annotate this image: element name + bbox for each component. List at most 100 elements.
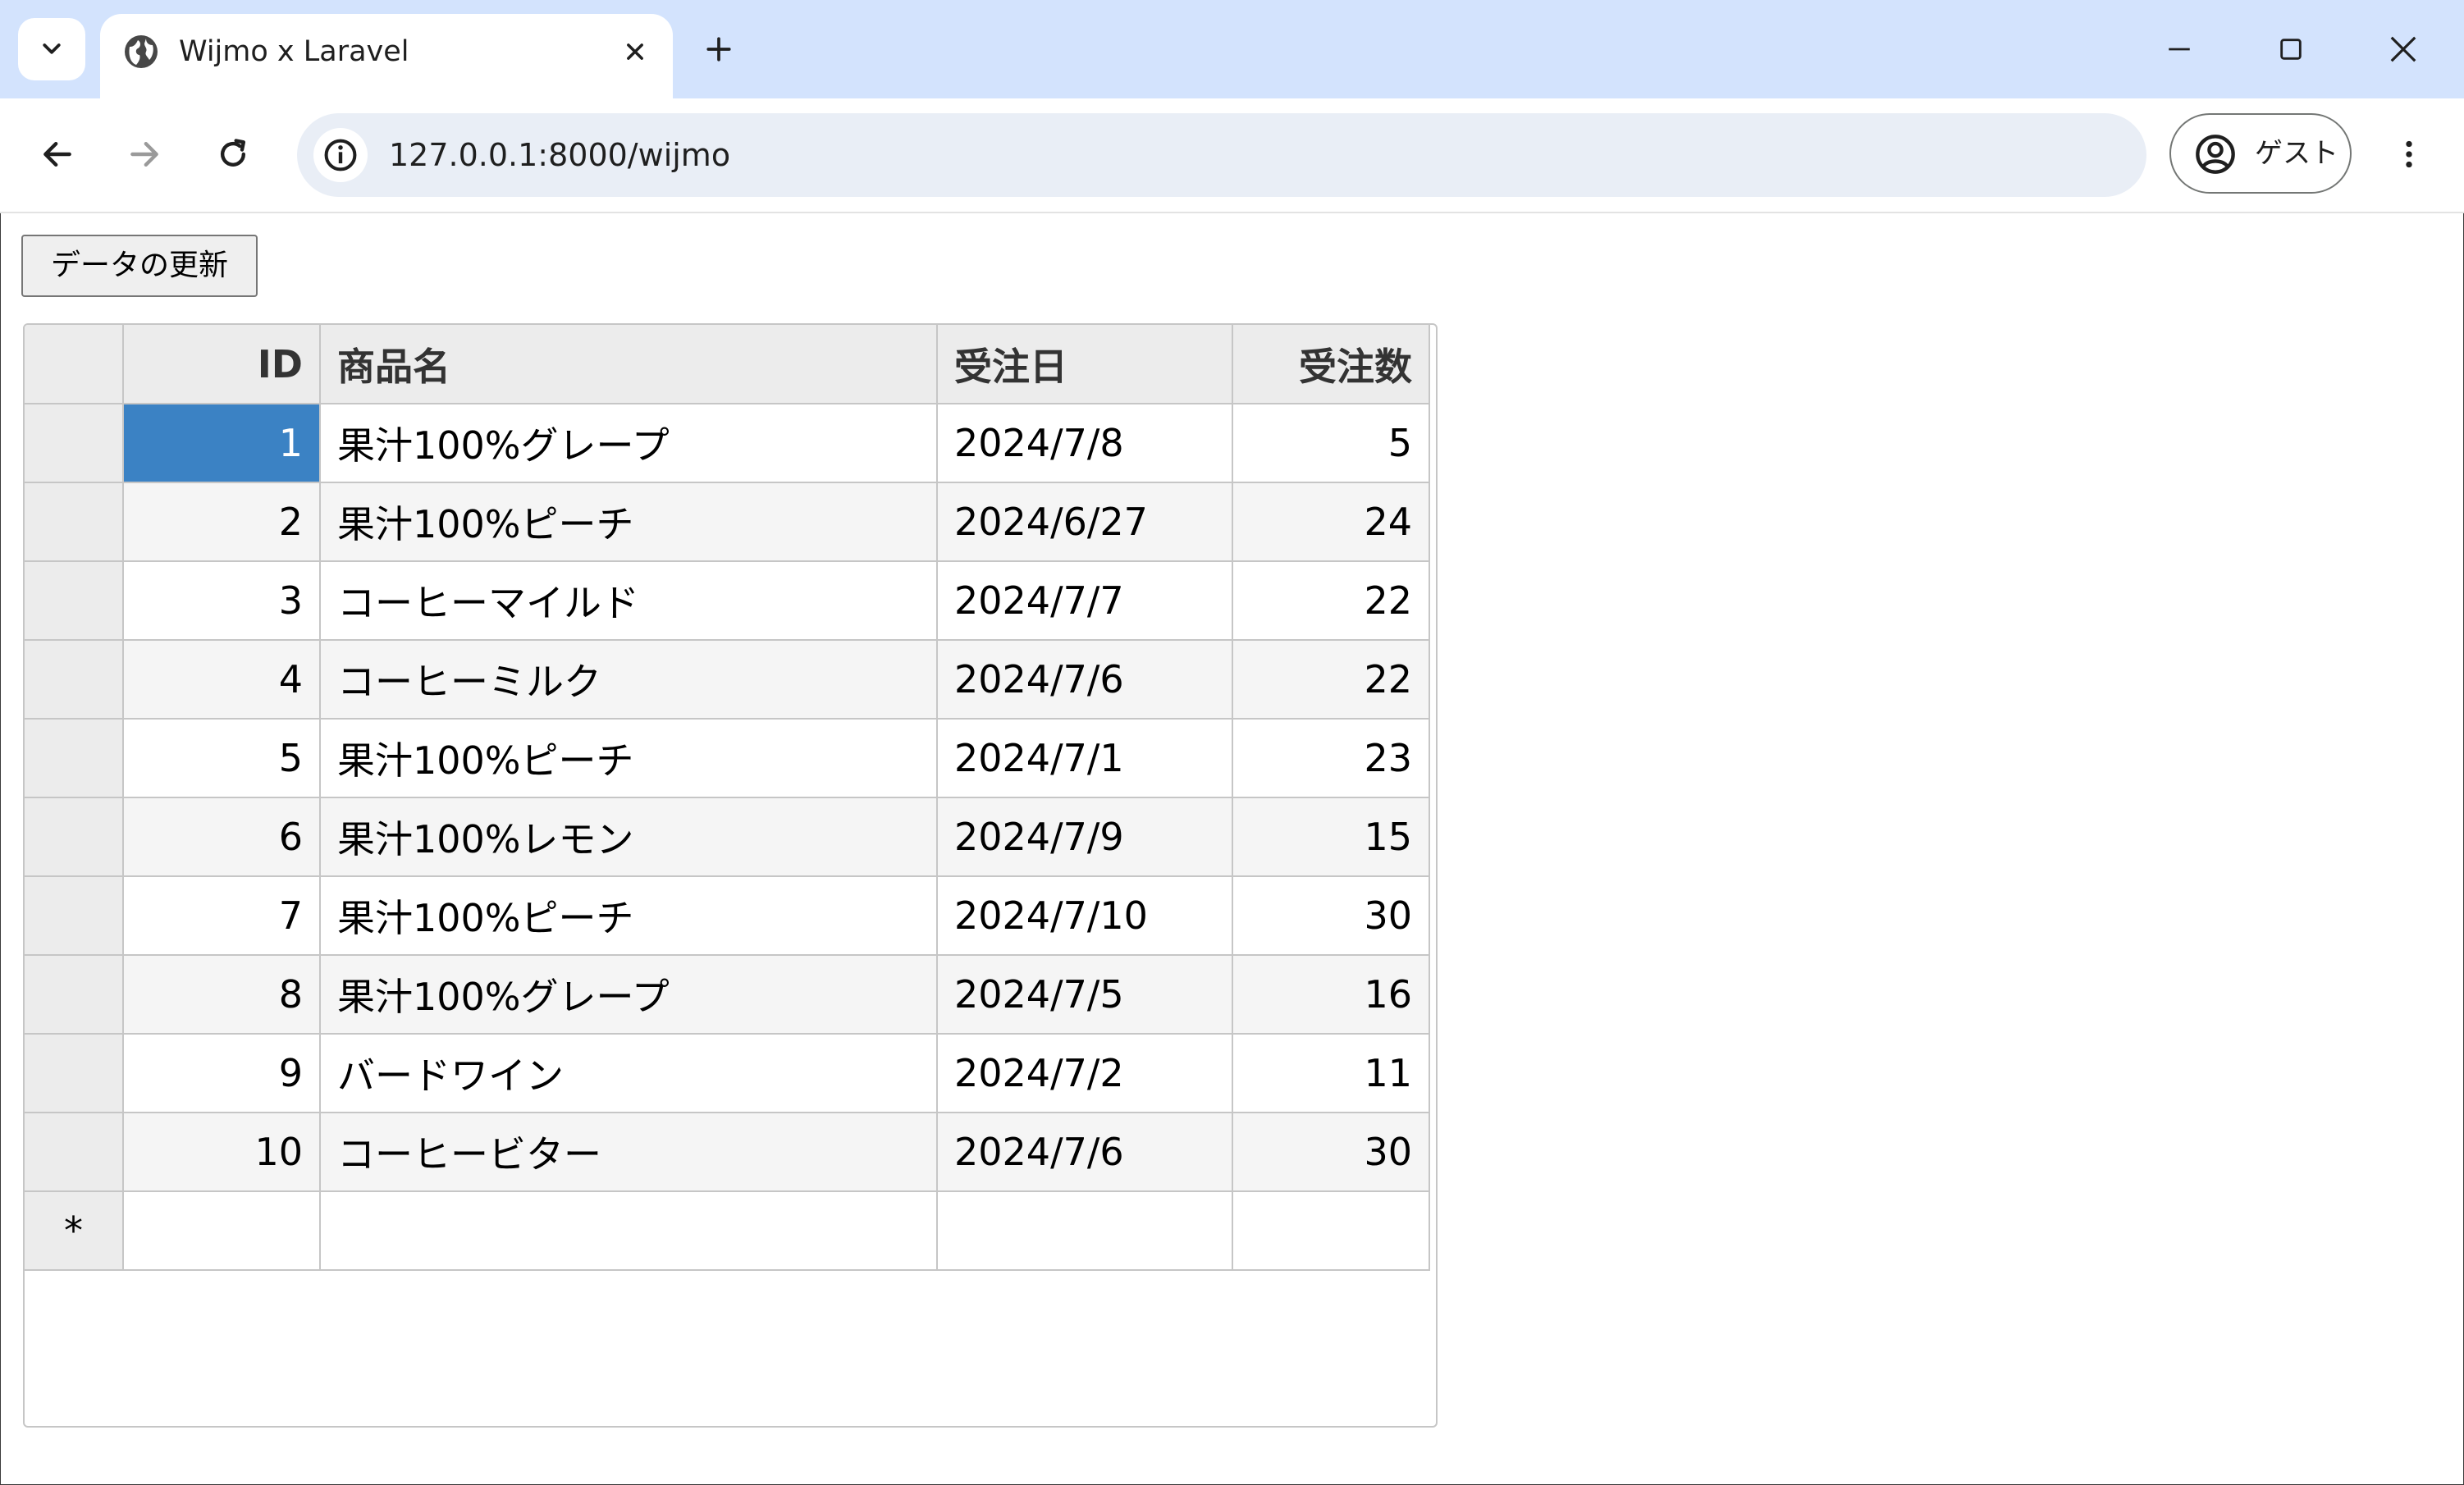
tab-active[interactable]: Wijmo x Laravel — [100, 14, 673, 98]
cell-product-name[interactable]: 果汁100%ピーチ — [319, 875, 938, 956]
cell-order-qty[interactable]: 5 — [1232, 403, 1430, 483]
cell-id[interactable]: 6 — [122, 797, 321, 877]
grid-top-left-cell — [25, 325, 124, 404]
site-info-button[interactable] — [313, 128, 368, 182]
cell-product-name[interactable]: コーヒーマイルド — [319, 560, 938, 641]
column-header-product-name[interactable]: 商品名 — [319, 325, 938, 404]
cell-order-date[interactable]: 2024/6/27 — [936, 482, 1233, 562]
column-header-order-qty[interactable]: 受注数 — [1232, 325, 1430, 404]
cell-product-name[interactable]: 果汁100%ピーチ — [319, 482, 938, 562]
cell-product-name[interactable]: 果汁100%レモン — [319, 797, 938, 877]
browser-menu-button[interactable] — [2379, 125, 2439, 184]
cell-order-qty[interactable]: 22 — [1232, 639, 1430, 720]
cell-order-qty[interactable]: 16 — [1232, 954, 1430, 1035]
table-row: 2 果汁100%ピーチ 2024/6/27 24 — [25, 482, 1430, 562]
row-header[interactable] — [25, 560, 124, 641]
cell-order-date[interactable]: 2024/7/7 — [936, 560, 1233, 641]
cell-order-qty[interactable]: 22 — [1232, 560, 1430, 641]
profile-button[interactable]: ゲスト — [2169, 113, 2352, 194]
forward-button[interactable] — [113, 123, 176, 185]
cell-order-date[interactable]: 2024/7/9 — [936, 797, 1233, 877]
cell-order-qty[interactable]: 15 — [1232, 797, 1430, 877]
chevron-down-icon — [43, 43, 61, 54]
cell-id[interactable]: 10 — [122, 1112, 321, 1192]
cell-order-date[interactable]: 2024/7/6 — [936, 1112, 1233, 1192]
row-header[interactable] — [25, 875, 124, 956]
cell-product-name[interactable]: 果汁100%グレープ — [319, 403, 938, 483]
new-row-marker[interactable]: * — [25, 1190, 124, 1271]
arrow-right-icon — [130, 141, 158, 167]
row-header[interactable] — [25, 482, 124, 562]
globe-icon — [121, 32, 161, 71]
reload-icon — [220, 139, 246, 167]
cell-order-date[interactable]: 2024/7/10 — [936, 875, 1233, 956]
row-header[interactable] — [25, 1112, 124, 1192]
tab-title: Wijmo x Laravel — [179, 35, 409, 68]
cell-id[interactable]: 7 — [122, 875, 321, 956]
table-row: 6 果汁100%レモン 2024/7/9 15 — [25, 797, 1430, 877]
address-bar[interactable]: 127.0.0.1:8000/wijmo — [297, 113, 2146, 197]
cell-id[interactable]: 9 — [122, 1033, 321, 1113]
cell-product-name[interactable]: コーヒーミルク — [319, 639, 938, 720]
data-grid-table: ID 商品名 受注日 受注数 1 果汁100%グレープ 2024/7/8 5 2… — [25, 325, 1430, 1271]
row-header[interactable] — [25, 954, 124, 1035]
profile-label: ゲスト — [2255, 137, 2338, 170]
new-row-cell-id[interactable] — [122, 1190, 321, 1271]
table-row: 3 コーヒーマイルド 2024/7/7 22 — [25, 560, 1430, 641]
tab-search-button[interactable] — [18, 18, 85, 80]
minimize-icon — [2169, 48, 2190, 51]
cell-order-date[interactable]: 2024/7/1 — [936, 718, 1233, 798]
back-button[interactable] — [26, 123, 89, 185]
row-header[interactable] — [25, 403, 124, 483]
table-row: 10 コーヒービター 2024/7/6 30 — [25, 1112, 1430, 1192]
column-header-order-date[interactable]: 受注日 — [936, 325, 1233, 404]
flex-grid[interactable]: ID 商品名 受注日 受注数 1 果汁100%グレープ 2024/7/8 5 2… — [23, 323, 1438, 1428]
cell-id[interactable]: 4 — [122, 639, 321, 720]
reload-button[interactable] — [202, 123, 264, 185]
table-row: 7 果汁100%ピーチ 2024/7/10 30 — [25, 875, 1430, 956]
new-tab-button[interactable] — [694, 25, 743, 74]
cell-id[interactable]: 3 — [122, 560, 321, 641]
maximize-button[interactable] — [2261, 20, 2320, 79]
cell-order-qty[interactable]: 30 — [1232, 1112, 1430, 1192]
column-header-id[interactable]: ID — [122, 325, 321, 404]
cell-order-date[interactable]: 2024/7/5 — [936, 954, 1233, 1035]
arrow-left-icon — [43, 141, 71, 167]
cell-id[interactable]: 2 — [122, 482, 321, 562]
account-circle-icon — [2194, 133, 2237, 176]
new-row-cell-order-date[interactable] — [936, 1190, 1233, 1271]
table-row: 8 果汁100%グレープ 2024/7/5 16 — [25, 954, 1430, 1035]
cell-order-date[interactable]: 2024/7/2 — [936, 1033, 1233, 1113]
table-row: 9 バードワイン 2024/7/2 11 — [25, 1033, 1430, 1113]
cell-order-date[interactable]: 2024/7/6 — [936, 639, 1233, 720]
refresh-data-button[interactable]: データの更新 — [21, 235, 258, 297]
cell-product-name[interactable]: 果汁100%ピーチ — [319, 718, 938, 798]
new-row-cell-order-qty[interactable] — [1232, 1190, 1430, 1271]
table-row: 5 果汁100%ピーチ 2024/7/1 23 — [25, 718, 1430, 798]
close-icon — [627, 43, 643, 60]
row-header[interactable] — [25, 797, 124, 877]
row-header[interactable] — [25, 639, 124, 720]
cell-order-qty[interactable]: 11 — [1232, 1033, 1430, 1113]
kebab-menu-icon — [2406, 140, 2412, 168]
info-icon — [324, 139, 357, 171]
cell-order-qty[interactable]: 24 — [1232, 482, 1430, 562]
close-window-button[interactable] — [2374, 20, 2433, 79]
tab-close-button[interactable] — [615, 32, 655, 71]
cell-order-date[interactable]: 2024/7/8 — [936, 403, 1233, 483]
cell-product-name[interactable]: コーヒービター — [319, 1112, 938, 1192]
cell-product-name[interactable]: バードワイン — [319, 1033, 938, 1113]
cell-order-qty[interactable]: 23 — [1232, 718, 1430, 798]
maximize-icon — [2280, 39, 2302, 60]
table-row: 4 コーヒーミルク 2024/7/6 22 — [25, 639, 1430, 720]
cell-id[interactable]: 8 — [122, 954, 321, 1035]
browser-toolbar: 127.0.0.1:8000/wijmo ゲスト — [0, 98, 2464, 213]
cell-order-qty[interactable]: 30 — [1232, 875, 1430, 956]
minimize-button[interactable] — [2150, 20, 2209, 79]
new-row-cell-product-name[interactable] — [319, 1190, 938, 1271]
cell-id[interactable]: 5 — [122, 718, 321, 798]
row-header[interactable] — [25, 1033, 124, 1113]
cell-id[interactable]: 1 — [122, 403, 321, 483]
row-header[interactable] — [25, 718, 124, 798]
cell-product-name[interactable]: 果汁100%グレープ — [319, 954, 938, 1035]
